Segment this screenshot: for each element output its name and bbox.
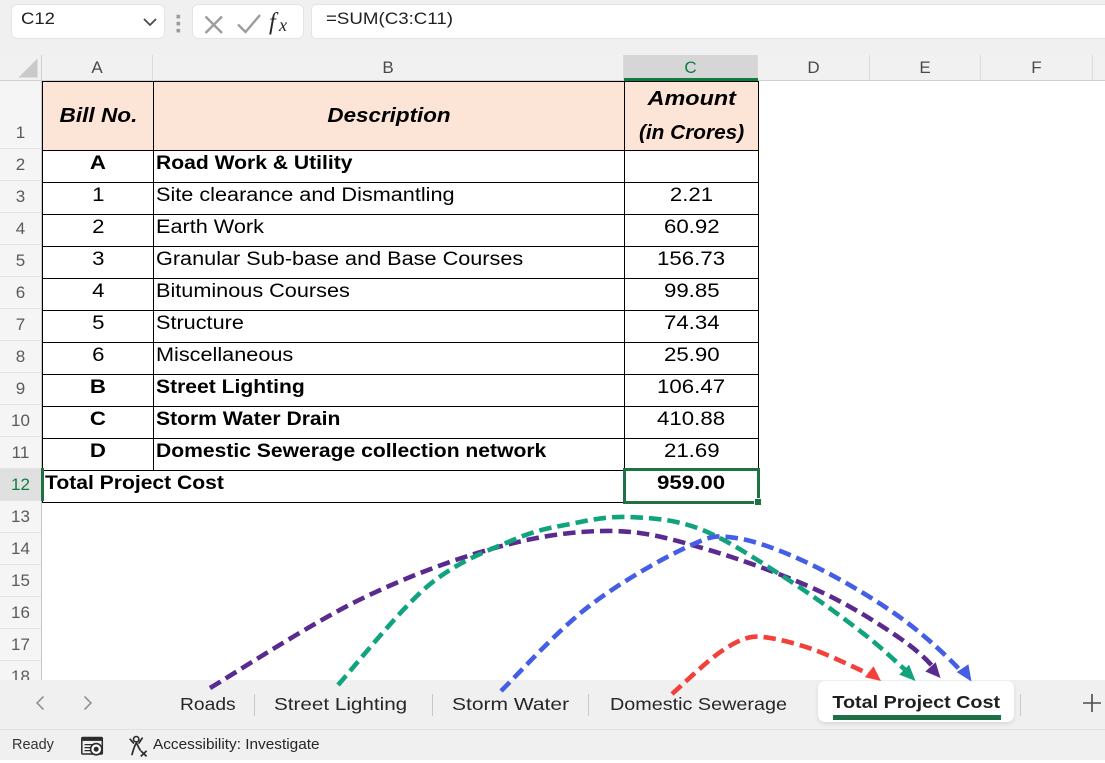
svg-text:f: f bbox=[269, 10, 279, 36]
svg-text:x: x bbox=[278, 15, 287, 35]
